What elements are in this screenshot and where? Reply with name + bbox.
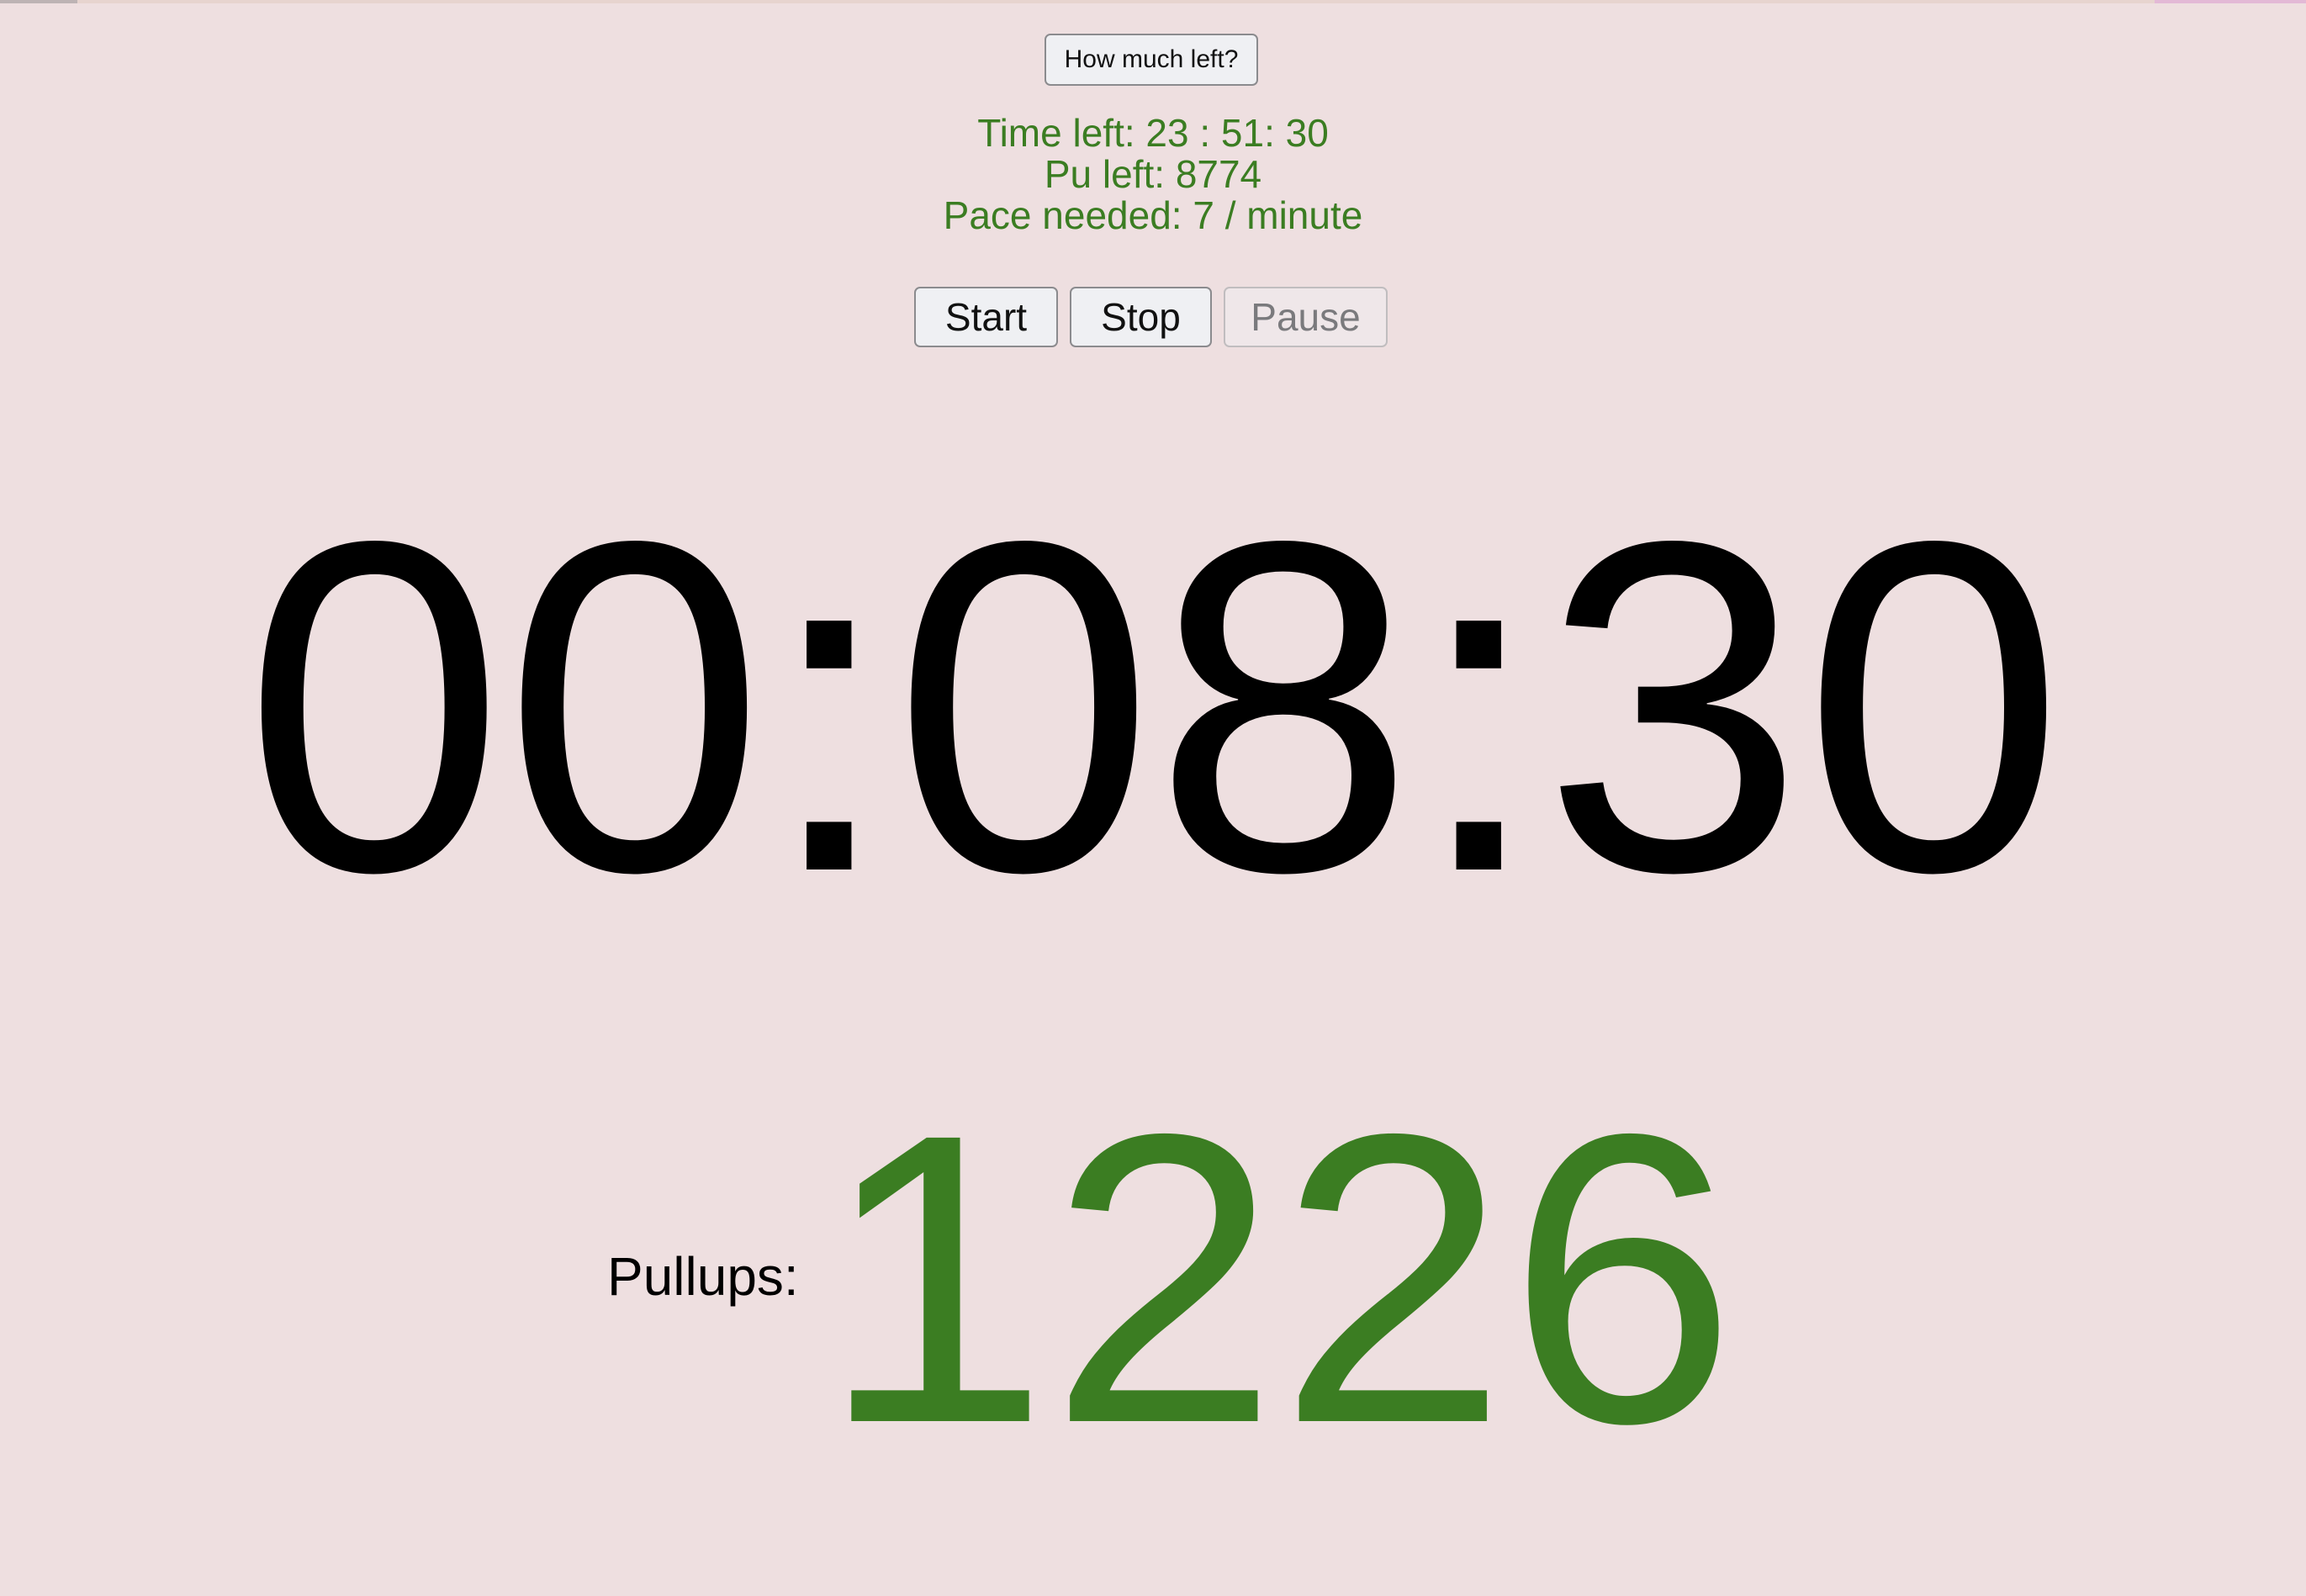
how-much-left-button[interactable]: How much left? (1045, 34, 1258, 86)
pullups-count: 1226 (820, 1048, 1737, 1509)
elapsed-time-display: 00:08:30 (243, 443, 2065, 970)
time-left-text: Time left: 23 : 51: 30 (977, 111, 1329, 155)
pause-button[interactable]: Pause (1224, 287, 1388, 347)
stop-button[interactable]: Stop (1070, 287, 1212, 347)
pullups-left-text: Pu left: 8774 (1044, 152, 1262, 196)
pullups-label: Pullups: (607, 1246, 799, 1307)
timer-page: How much left? Time left: 23 : 51: 30 Pu… (0, 0, 2306, 1596)
tab-strip-mark (0, 0, 77, 3)
stats-panel: Time left: 23 : 51: 30 Pu left: 8774 Pac… (0, 113, 2306, 236)
start-button[interactable]: Start (914, 287, 1058, 347)
pace-needed-text: Pace needed: 7 / minute (943, 193, 1363, 237)
window-top-edge (0, 0, 2306, 3)
window-edge-accent (2155, 0, 2306, 3)
